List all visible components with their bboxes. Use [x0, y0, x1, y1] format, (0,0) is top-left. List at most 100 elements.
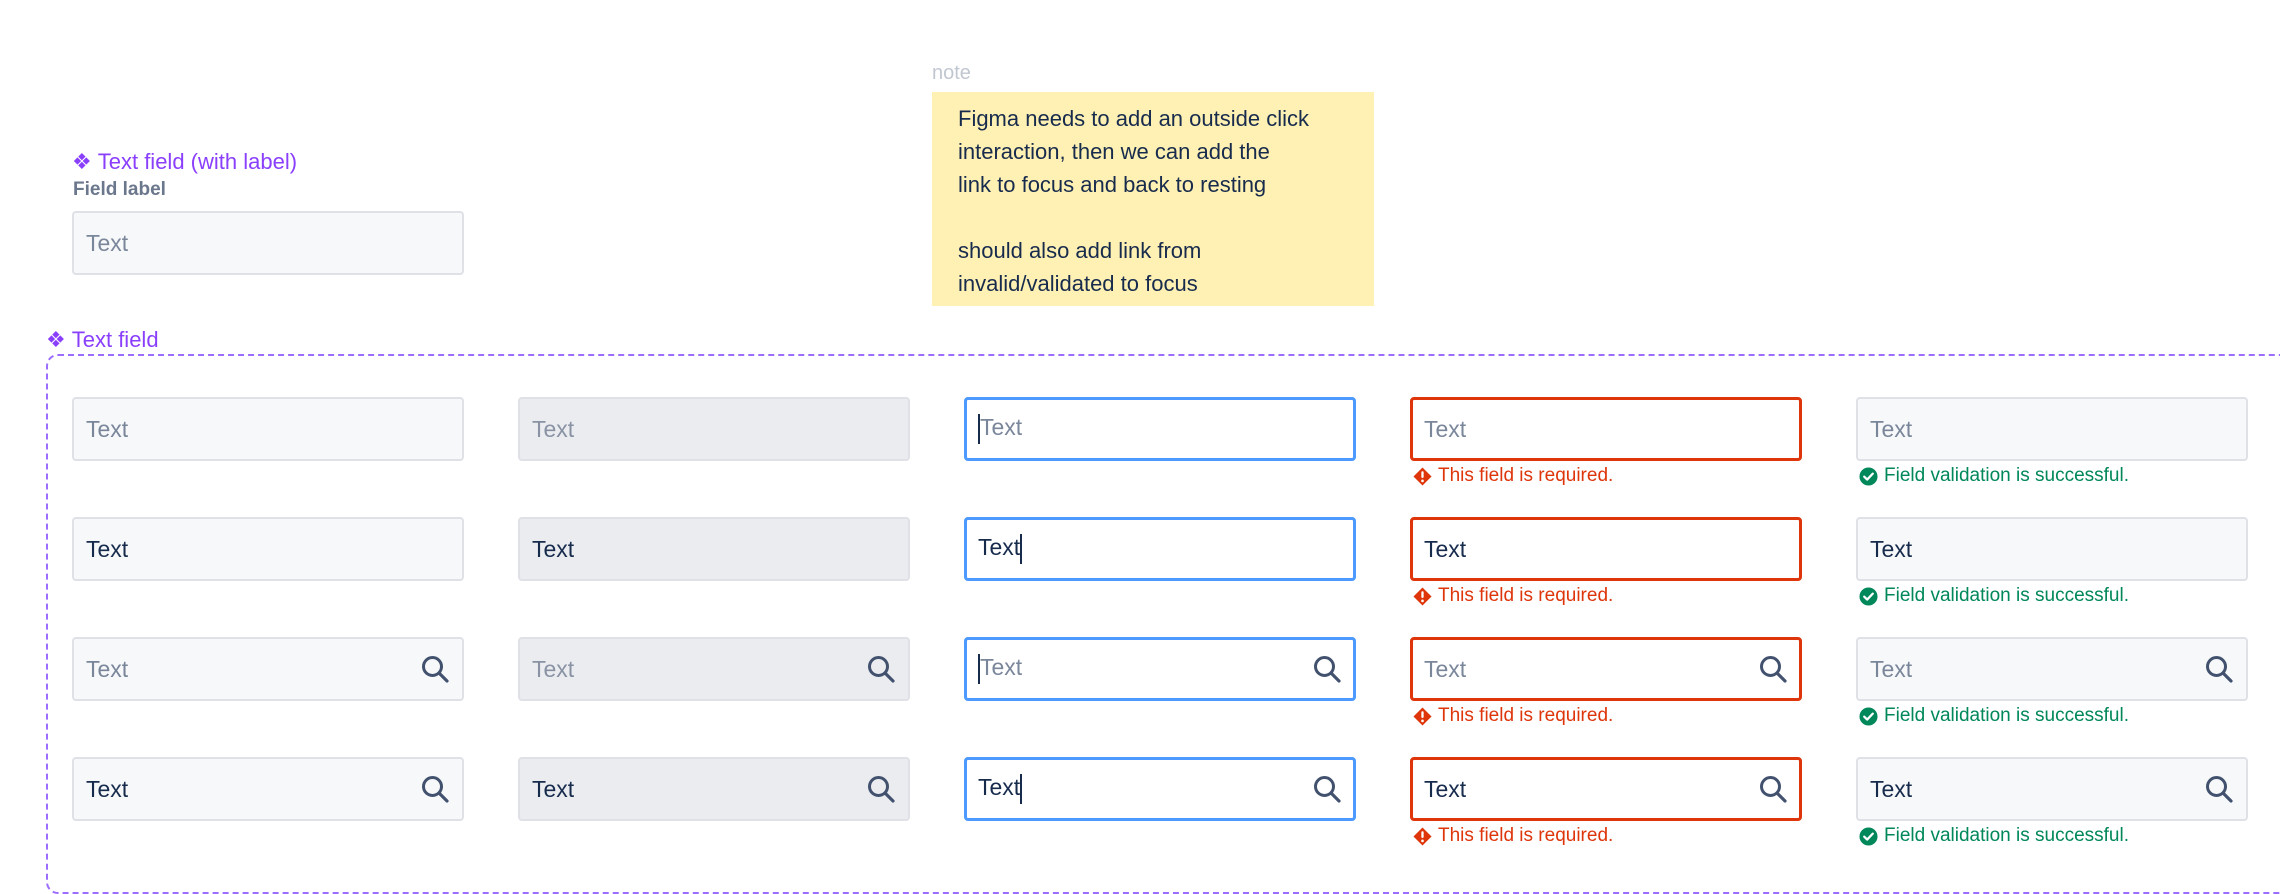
text-field-value: Text	[532, 536, 896, 563]
text-field-focus[interactable]: Text	[964, 517, 1356, 581]
text-field-invalid[interactable]: Text	[1410, 397, 1802, 461]
error-message: This field is required.	[1413, 705, 1613, 727]
text-field-valid[interactable]: Text	[1856, 517, 2248, 581]
text-field-disabled[interactable]: Text	[518, 517, 910, 581]
text-field-focus[interactable]: Text	[964, 757, 1356, 821]
text-field-focus[interactable]: Text	[964, 397, 1356, 461]
check-circle-icon	[1859, 586, 1878, 606]
error-message: This field is required.	[1413, 825, 1613, 847]
search-icon[interactable]	[420, 654, 450, 684]
note-tag: note	[932, 62, 971, 84]
text-field-disabled[interactable]: Text	[518, 757, 910, 821]
note-line: link to focus and back to resting	[958, 172, 1267, 197]
text-field-valid[interactable]: Text	[1856, 397, 2248, 461]
error-message: This field is required.	[1413, 465, 1613, 487]
text-field-text: Text	[978, 774, 1021, 801]
text-field-text: Text	[1870, 535, 1913, 562]
text-field-value: Text	[1424, 776, 1750, 803]
text-field-placeholder: Text	[1424, 656, 1750, 683]
search-icon[interactable]	[1312, 774, 1342, 804]
search-icon[interactable]	[1758, 774, 1788, 804]
text-field-text: Text	[1424, 775, 1467, 802]
component-title-text-field: ❖ Text field	[46, 327, 159, 353]
text-cursor	[1020, 534, 1023, 564]
text-field-value: Text	[1870, 536, 2234, 563]
text-field-text: Text	[1424, 415, 1467, 442]
error-message-text: This field is required.	[1438, 585, 1614, 606]
text-field-invalid[interactable]: Text	[1410, 517, 1802, 581]
text-field-text: Text	[86, 775, 129, 802]
text-field-text: Text	[86, 655, 129, 682]
text-field-value: Text	[86, 536, 450, 563]
text-field-placeholder: Text	[1870, 416, 2234, 443]
field-label: Field label	[73, 179, 166, 200]
text-field-text: Text	[1424, 655, 1467, 682]
sticky-note: Figma needs to add an outside click inte…	[932, 92, 1374, 306]
note-line: should also add link from	[958, 238, 1202, 263]
text-field-text: Text	[980, 654, 1023, 681]
text-field-placeholder: Text	[978, 414, 1342, 444]
text-field-value: Text	[1424, 536, 1788, 563]
text-field-disabled[interactable]: Text	[518, 637, 910, 701]
text-field-text: Text	[86, 535, 129, 562]
error-icon	[1413, 466, 1432, 486]
success-message: Field validation is successful.	[1859, 825, 2129, 847]
text-field-text: Text	[532, 775, 575, 802]
text-field-text: Text	[532, 655, 575, 682]
text-field-default[interactable]: Text	[72, 517, 464, 581]
text-field-text: Text	[86, 415, 129, 442]
text-field-text: Text	[1870, 415, 1913, 442]
text-field-invalid[interactable]: Text	[1410, 637, 1802, 701]
check-circle-icon	[1859, 706, 1878, 726]
text-field-valid[interactable]: Text	[1856, 637, 2248, 701]
success-message-text: Field validation is successful.	[1884, 465, 2129, 486]
search-icon[interactable]	[866, 654, 896, 684]
text-field-text: Text	[1870, 655, 1913, 682]
search-icon[interactable]	[2204, 654, 2234, 684]
text-field-value: Text	[86, 776, 412, 803]
success-message: Field validation is successful.	[1859, 705, 2129, 727]
text-field-placeholder: Text	[1870, 656, 2196, 683]
text-field-text: Text	[532, 535, 575, 562]
text-field-default[interactable]: Text	[72, 397, 464, 461]
text-field-placeholder: Text	[978, 654, 1304, 684]
error-message-text: This field is required.	[1438, 465, 1614, 486]
component-icon: ❖	[72, 149, 92, 174]
labeled-text-field[interactable]: Text	[72, 211, 464, 275]
component-title-label: Text field	[71, 327, 159, 352]
text-field-text: Text	[978, 534, 1021, 561]
check-circle-icon	[1859, 826, 1878, 846]
success-message: Field validation is successful.	[1859, 465, 2129, 487]
note-line: Figma needs to add an outside click	[958, 106, 1309, 131]
text-field-text: Text	[1870, 775, 1913, 802]
text-field-placeholder: Text	[86, 229, 129, 256]
text-field-invalid[interactable]: Text	[1410, 757, 1802, 821]
search-icon[interactable]	[2204, 774, 2234, 804]
text-field-value: Text	[978, 774, 1304, 804]
text-field-focus[interactable]: Text	[964, 637, 1356, 701]
text-cursor	[1020, 774, 1023, 804]
text-field-value: Text	[1870, 776, 2196, 803]
text-field-default[interactable]: Text	[72, 637, 464, 701]
text-field-disabled[interactable]: Text	[518, 397, 910, 461]
component-title-with-label: ❖ Text field (with label)	[72, 149, 297, 175]
text-field-placeholder: Text	[1424, 416, 1788, 443]
search-icon[interactable]	[420, 774, 450, 804]
error-message-text: This field is required.	[1438, 825, 1614, 846]
search-icon[interactable]	[1758, 654, 1788, 684]
note-line	[958, 201, 1348, 234]
component-icon: ❖	[46, 327, 66, 352]
search-icon[interactable]	[866, 774, 896, 804]
error-message: This field is required.	[1413, 585, 1613, 607]
text-field-default[interactable]: Text	[72, 757, 464, 821]
text-field-valid[interactable]: Text	[1856, 757, 2248, 821]
text-field-placeholder: Text	[86, 416, 450, 443]
text-field-text: Text	[1424, 535, 1467, 562]
error-icon	[1413, 586, 1432, 606]
text-field-text: Text	[980, 414, 1023, 441]
success-message-text: Field validation is successful.	[1884, 585, 2129, 606]
text-field-placeholder: Text	[532, 416, 896, 443]
search-icon[interactable]	[1312, 654, 1342, 684]
text-field-text: Text	[532, 415, 575, 442]
success-message-text: Field validation is successful.	[1884, 825, 2129, 846]
